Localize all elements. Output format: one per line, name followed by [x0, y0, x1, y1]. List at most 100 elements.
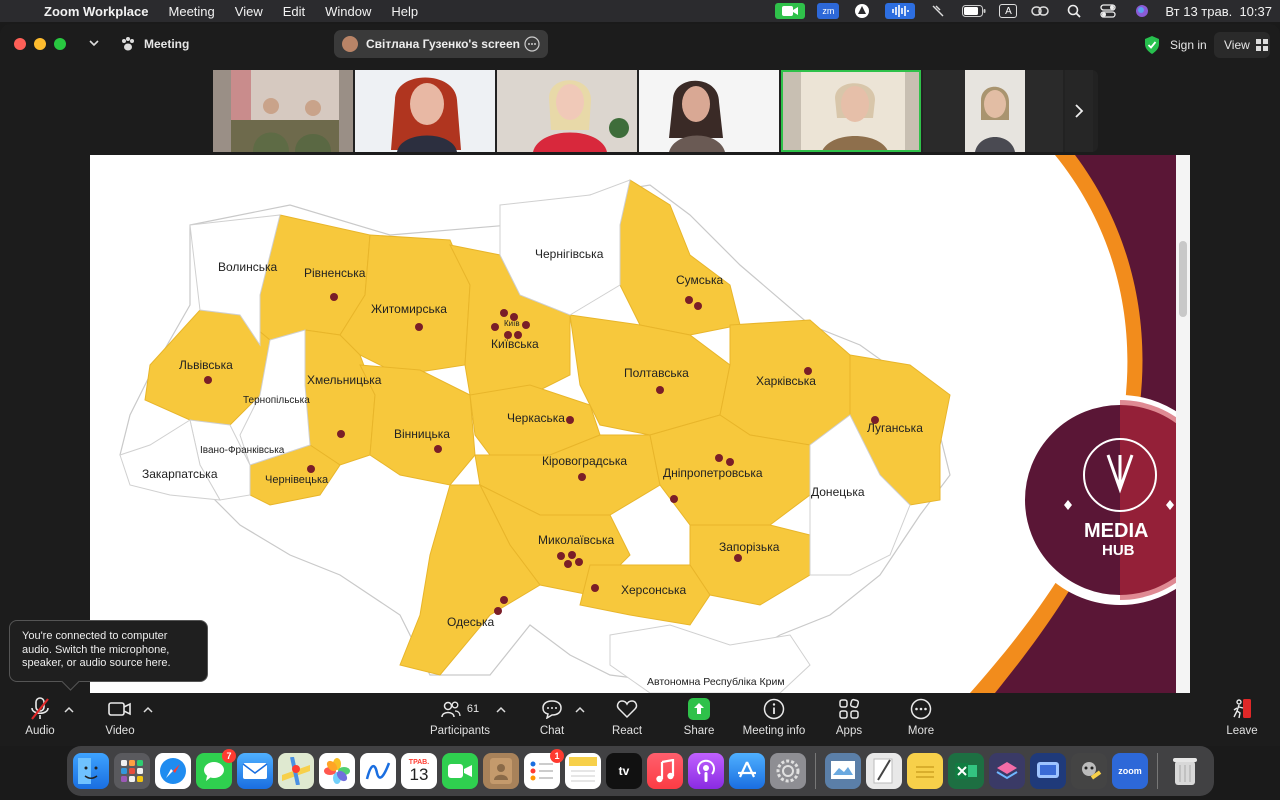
meeting-paw-icon	[120, 36, 136, 55]
safari-icon[interactable]	[155, 753, 191, 789]
battery-icon[interactable]	[961, 3, 987, 19]
participants-options-chevron-icon[interactable]	[496, 703, 506, 717]
screen-app-icon[interactable]	[1030, 753, 1066, 789]
participant-video-4[interactable]	[639, 70, 779, 152]
search-icon[interactable]	[1063, 3, 1085, 19]
calendar-icon[interactable]: ТРАВ. 13	[401, 753, 437, 789]
menu-bar: Zoom Workplace Meeting View Edit Window …	[0, 0, 1280, 22]
menu-window[interactable]: Window	[315, 4, 381, 19]
audio-options-chevron-icon[interactable]	[64, 703, 74, 717]
launchpad-icon[interactable]	[114, 753, 150, 789]
participant-video-5-active-speaker[interactable]	[781, 70, 921, 152]
layers-app-icon[interactable]	[989, 753, 1025, 789]
drive-icon[interactable]	[851, 3, 873, 19]
video-options-chevron-icon[interactable]	[143, 703, 153, 717]
apple-tv-label: tv	[618, 764, 630, 778]
audio-tooltip-text: You're connected to computer audio. Swit…	[22, 630, 171, 669]
next-thumbnails-button[interactable]	[1065, 70, 1093, 152]
label-kyivska: Київська	[491, 337, 539, 351]
label-mykolaivska: Миколаївська	[538, 533, 615, 547]
shared-screen: Волинська Рівненська Житомирська Київ Ки…	[90, 155, 1190, 693]
zoom-menubar-icon[interactable]: zm	[817, 3, 840, 19]
facetime-icon[interactable]	[442, 753, 478, 789]
map-dot	[510, 313, 518, 321]
participants-button[interactable]: 61 Participants	[420, 697, 500, 737]
more-button[interactable]: More	[881, 697, 961, 737]
screen-scrollbar-track[interactable]	[1176, 155, 1190, 693]
ukraine-map: Волинська Рівненська Житомирська Київ Ки…	[119, 155, 1190, 693]
app-store-icon[interactable]	[729, 753, 765, 789]
apps-label: Apps	[835, 725, 863, 737]
label-kirovohradska: Кіровоградська	[542, 454, 627, 468]
reminders-badge: 1	[550, 749, 564, 763]
maximize-window-button[interactable]	[54, 38, 66, 50]
share-screen-button[interactable]: Share	[659, 697, 739, 737]
audio-label: Audio	[25, 725, 55, 737]
leave-label: Leave	[1226, 725, 1258, 737]
finder-icon[interactable]	[73, 753, 109, 789]
meeting-info-button[interactable]: Meeting info	[734, 697, 814, 737]
react-button[interactable]: React	[587, 697, 667, 737]
stickies-icon[interactable]	[907, 753, 943, 789]
reminders-icon[interactable]: 1	[524, 749, 564, 789]
contacts-icon[interactable]	[483, 753, 519, 789]
link-icon[interactable]	[1029, 3, 1051, 19]
control-center-icon[interactable]	[1097, 3, 1119, 19]
map-dot	[434, 445, 442, 453]
notes-icon[interactable]	[565, 753, 601, 789]
system-settings-icon[interactable]	[770, 753, 806, 789]
audio-waveform-icon[interactable]	[885, 3, 916, 19]
more-options-icon[interactable]	[524, 36, 540, 55]
menu-view[interactable]: View	[225, 4, 273, 19]
apps-button[interactable]: Apps	[809, 697, 889, 737]
chat-options-chevron-icon[interactable]	[575, 703, 585, 717]
close-window-button[interactable]	[14, 38, 26, 50]
macos-dock: 7 ТРАВ. 13 1 tv zoom	[67, 746, 1214, 796]
meeting-label[interactable]: Meeting	[144, 37, 189, 51]
chevron-down-icon[interactable]	[88, 37, 100, 52]
meeting-controls-toolbar: Audio Video 61 Participants Chat React S…	[0, 693, 1280, 746]
sign-in-link[interactable]: Sign in	[1170, 38, 1207, 52]
map-dot	[591, 584, 599, 592]
trash-icon[interactable]	[1167, 753, 1203, 789]
more-label: More	[907, 725, 935, 737]
apple-tv-icon[interactable]: tv	[606, 753, 642, 789]
screen-scrollbar-thumb[interactable]	[1179, 241, 1187, 317]
menu-edit[interactable]: Edit	[273, 4, 315, 19]
messages-icon[interactable]: 7	[196, 749, 236, 789]
freeform-icon[interactable]	[360, 753, 396, 789]
photos-icon[interactable]	[319, 753, 355, 789]
camera-in-use-icon[interactable]	[775, 3, 806, 19]
chevron-right-icon	[1075, 104, 1084, 118]
preview-icon[interactable]	[825, 753, 861, 789]
zoom-dock-icon[interactable]: zoom	[1112, 753, 1148, 789]
script-editor-icon[interactable]	[866, 753, 902, 789]
view-button[interactable]: View	[1214, 32, 1270, 58]
menu-help[interactable]: Help	[381, 4, 428, 19]
siri-icon[interactable]	[1131, 3, 1153, 19]
leave-button[interactable]: Leave	[1202, 697, 1280, 737]
heart-icon	[616, 697, 638, 721]
label-cherkaska: Черкаська	[507, 411, 565, 425]
share-screen-pill[interactable]: Світлана Гузенко's screen	[334, 30, 548, 58]
mail-icon[interactable]	[237, 753, 273, 789]
maps-icon[interactable]	[278, 753, 314, 789]
no-sync-icon[interactable]	[927, 3, 949, 19]
menu-app-name[interactable]: Zoom Workplace	[34, 4, 159, 19]
participant-video-3[interactable]	[497, 70, 637, 152]
menu-meeting[interactable]: Meeting	[159, 4, 225, 19]
automator-icon[interactable]	[1071, 753, 1107, 789]
menubar-clock[interactable]: Вт 13 трав. 10:37	[1165, 4, 1272, 19]
map-dot	[491, 323, 499, 331]
participant-video-2[interactable]	[355, 70, 495, 152]
participant-video-1[interactable]	[213, 70, 353, 152]
podcasts-icon[interactable]	[688, 753, 724, 789]
shield-icon[interactable]	[1144, 36, 1160, 57]
audio-tooltip: You're connected to computer audio. Swit…	[9, 620, 208, 682]
map-dot	[307, 465, 315, 473]
music-icon[interactable]	[647, 753, 683, 789]
excel-icon[interactable]	[948, 753, 984, 789]
participant-video-6[interactable]	[923, 70, 1063, 152]
input-source-indicator[interactable]: A	[999, 4, 1018, 18]
minimize-window-button[interactable]	[34, 38, 46, 50]
